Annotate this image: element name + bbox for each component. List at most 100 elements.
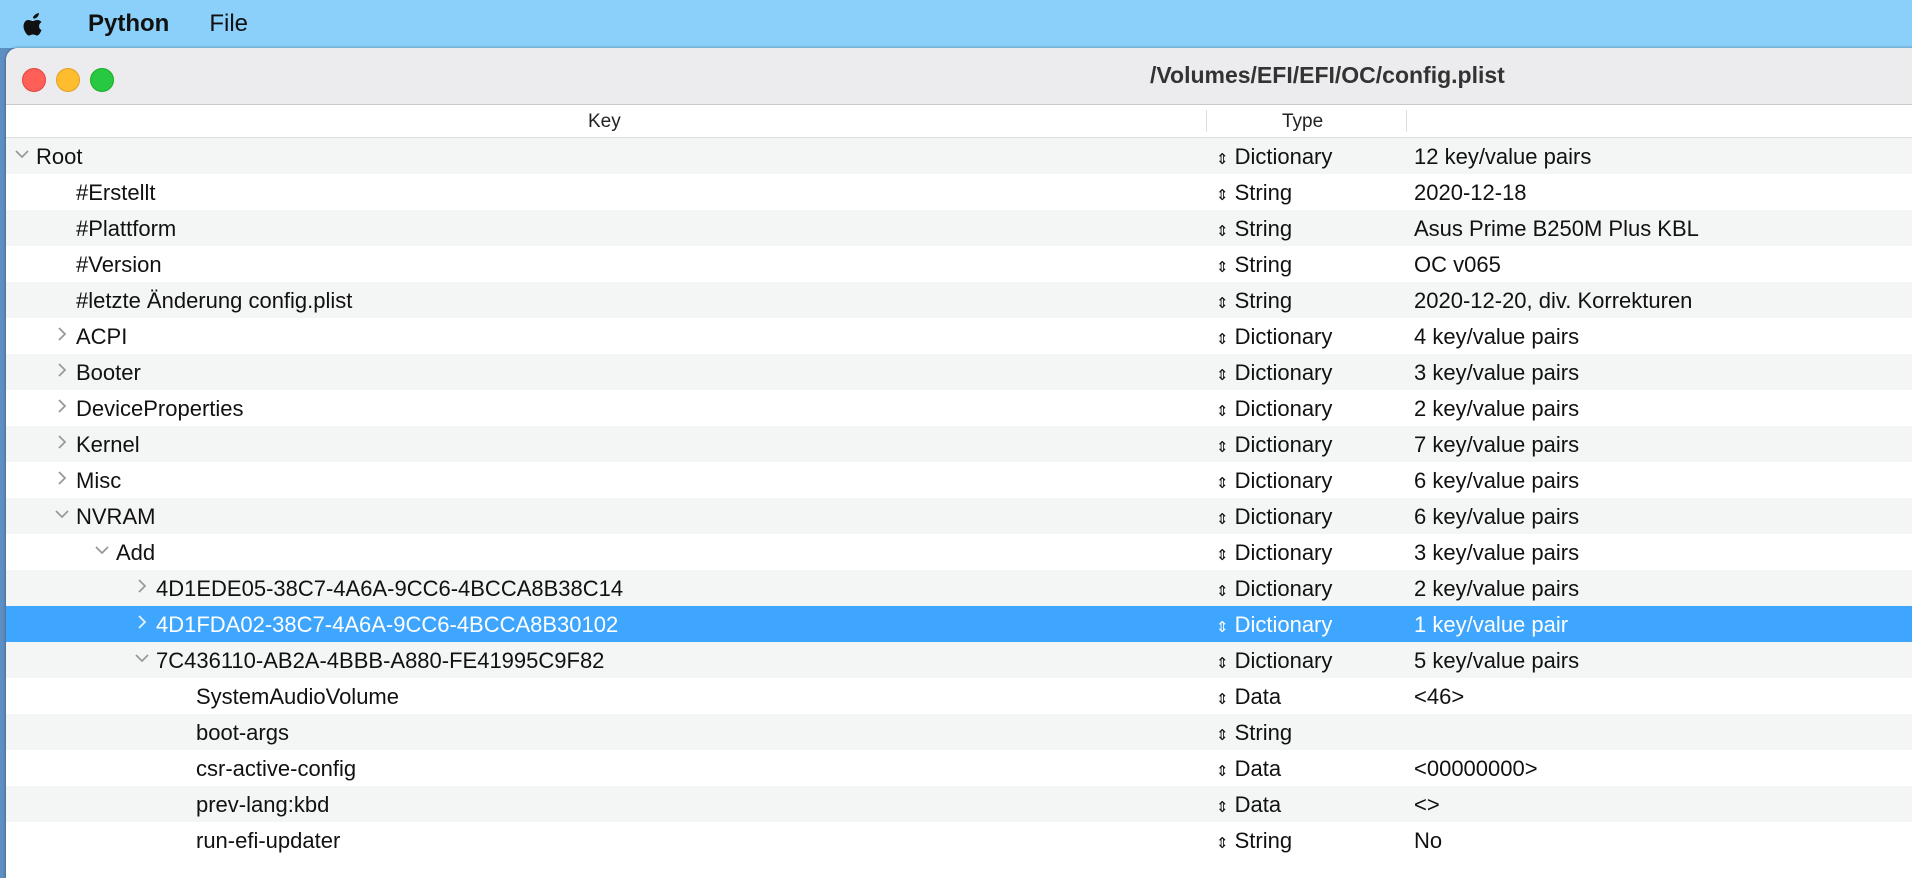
row-type-popup[interactable]: ⇕ Dictionary [1216,648,1332,674]
row-value[interactable]: <46> [1414,684,1464,710]
table-row[interactable]: Root ⇕ Dictionary 12 key/value pairs [6,138,1912,174]
table-row[interactable]: ACPI ⇕ Dictionary 4 key/value pairs [6,318,1912,354]
disclosure-chevron-down-icon[interactable] [14,144,30,164]
row-value[interactable]: 2020-12-20, div. Korrekturen [1414,288,1692,314]
row-key[interactable]: SystemAudioVolume [196,684,399,710]
row-key[interactable]: 4D1EDE05-38C7-4A6A-9CC6-4BCCA8B38C14 [156,576,623,602]
disclosure-chevron-right-icon[interactable] [54,360,70,380]
row-type-popup[interactable]: ⇕ Dictionary [1216,360,1332,386]
row-type-popup[interactable]: ⇕ Dictionary [1216,612,1332,638]
row-value[interactable]: 1 key/value pair [1414,612,1568,638]
minimize-button[interactable] [56,68,80,92]
table-row[interactable]: #letzte Änderung config.plist ⇕ String 2020… [6,282,1912,318]
row-type-popup[interactable]: ⇕ Dictionary [1216,468,1332,494]
row-key[interactable]: 7C436110-AB2A-4BBB-A880-FE41995C9F82 [156,648,604,674]
row-value[interactable]: 2020-12-18 [1414,180,1527,206]
row-key[interactable]: #Plattform [76,216,176,242]
menu-file[interactable]: File [209,10,248,38]
disclosure-chevron-right-icon[interactable] [54,324,70,344]
row-type-popup[interactable]: ⇕ Dictionary [1216,324,1332,350]
menu-app-python[interactable]: Python [88,10,169,38]
apple-menu-icon[interactable] [18,9,48,39]
table-row[interactable]: 7C436110-AB2A-4BBB-A880-FE41995C9F82 ⇕ Dic… [6,642,1912,678]
row-type-popup[interactable]: ⇕ Dictionary [1216,144,1332,170]
table-row[interactable]: 4D1EDE05-38C7-4A6A-9CC6-4BCCA8B38C14 ⇕ Dic… [6,570,1912,606]
row-key[interactable]: prev-lang:kbd [196,792,329,818]
table-row[interactable]: boot-args ⇕ String [6,714,1912,750]
row-value[interactable]: 5 key/value pairs [1414,648,1579,674]
row-value[interactable]: 2 key/value pairs [1414,576,1579,602]
row-key[interactable]: DeviceProperties [76,396,244,422]
row-value[interactable]: 3 key/value pairs [1414,360,1579,386]
row-key[interactable]: boot-args [196,720,289,746]
row-type-popup[interactable]: ⇕ Dictionary [1216,576,1332,602]
row-value[interactable]: 7 key/value pairs [1414,432,1579,458]
column-divider[interactable] [1206,110,1207,132]
row-type-popup[interactable]: ⇕ String [1216,216,1292,242]
table-row[interactable]: DeviceProperties ⇕ Dictionary 2 key/value p… [6,390,1912,426]
column-divider[interactable] [1406,110,1407,132]
row-value[interactable]: <00000000> [1414,756,1538,782]
row-value[interactable]: 3 key/value pairs [1414,540,1579,566]
table-row[interactable]: #Erstellt ⇕ String 2020-12-18 [6,174,1912,210]
table-row[interactable]: prev-lang:kbd ⇕ Data <> [6,786,1912,822]
disclosure-chevron-right-icon[interactable] [54,432,70,452]
table-row[interactable]: Kernel ⇕ Dictionary 7 key/value pairs [6,426,1912,462]
row-key[interactable]: ACPI [76,324,127,350]
table-row[interactable]: run-efi-updater ⇕ String No [6,822,1912,858]
disclosure-chevron-down-icon[interactable] [134,648,150,668]
row-type-popup[interactable]: ⇕ Dictionary [1216,504,1332,530]
row-key[interactable]: Kernel [76,432,140,458]
disclosure-chevron-right-icon[interactable] [54,396,70,416]
row-type-popup[interactable]: ⇕ Dictionary [1216,540,1332,566]
disclosure-chevron-right-icon[interactable] [54,468,70,488]
close-button[interactable] [22,68,46,92]
row-value[interactable]: 12 key/value pairs [1414,144,1591,170]
table-row[interactable]: SystemAudioVolume ⇕ Data <46> [6,678,1912,714]
table-row[interactable]: #Plattform ⇕ String Asus Prime B250M Plus K… [6,210,1912,246]
disclosure-chevron-down-icon[interactable] [94,540,110,560]
row-key[interactable]: Misc [76,468,121,494]
row-value[interactable]: Asus Prime B250M Plus KBL [1414,216,1699,242]
row-key[interactable]: Root [36,144,82,170]
zoom-button[interactable] [90,68,114,92]
row-key[interactable]: #Erstellt [76,180,155,206]
row-type-popup[interactable]: ⇕ String [1216,252,1292,278]
column-key[interactable]: Key [588,111,621,133]
disclosure-chevron-right-icon[interactable] [134,576,150,596]
row-type-popup[interactable]: ⇕ Dictionary [1216,396,1332,422]
disclosure-chevron-right-icon[interactable] [134,612,150,632]
table-row[interactable]: Misc ⇕ Dictionary 6 key/value pairs [6,462,1912,498]
row-type-popup[interactable]: ⇕ Data [1216,684,1281,710]
table-row[interactable]: Booter ⇕ Dictionary 3 key/value pairs [6,354,1912,390]
column-type[interactable]: Type [1282,111,1323,133]
table-row[interactable]: #Version ⇕ String OC v065 [6,246,1912,282]
row-value[interactable]: No [1414,828,1442,854]
row-key[interactable]: Booter [76,360,141,386]
row-value[interactable]: <> [1414,792,1440,818]
row-key[interactable]: Add [116,540,155,566]
row-type-popup[interactable]: ⇕ Dictionary [1216,432,1332,458]
disclosure-chevron-down-icon[interactable] [54,504,70,524]
row-type-popup[interactable]: ⇕ Data [1216,756,1281,782]
row-value[interactable]: 4 key/value pairs [1414,324,1579,350]
row-value[interactable]: 6 key/value pairs [1414,468,1579,494]
row-value[interactable]: 2 key/value pairs [1414,396,1579,422]
row-key[interactable]: 4D1FDA02-38C7-4A6A-9CC6-4BCCA8B30102 [156,612,618,638]
row-key[interactable]: run-efi-updater [196,828,340,854]
table-row[interactable]: csr-active-config ⇕ Data <00000000> [6,750,1912,786]
row-value[interactable]: OC v065 [1414,252,1501,278]
table-row[interactable]: 4D1FDA02-38C7-4A6A-9CC6-4BCCA8B30102 ⇕ Dic… [6,606,1912,642]
row-type-popup[interactable]: ⇕ Data [1216,792,1281,818]
row-key[interactable]: #letzte Änderung config.plist [76,288,352,314]
row-type-popup[interactable]: ⇕ String [1216,720,1292,746]
row-type-popup[interactable]: ⇕ String [1216,828,1292,854]
row-key[interactable]: csr-active-config [196,756,356,782]
row-type-popup[interactable]: ⇕ String [1216,180,1292,206]
table-row[interactable]: NVRAM ⇕ Dictionary 6 key/value pairs [6,498,1912,534]
table-row[interactable]: Add ⇕ Dictionary 3 key/value pairs [6,534,1912,570]
row-key[interactable]: #Version [76,252,162,278]
row-key[interactable]: NVRAM [76,504,155,530]
row-type-popup[interactable]: ⇕ String [1216,288,1292,314]
row-value[interactable]: 6 key/value pairs [1414,504,1579,530]
